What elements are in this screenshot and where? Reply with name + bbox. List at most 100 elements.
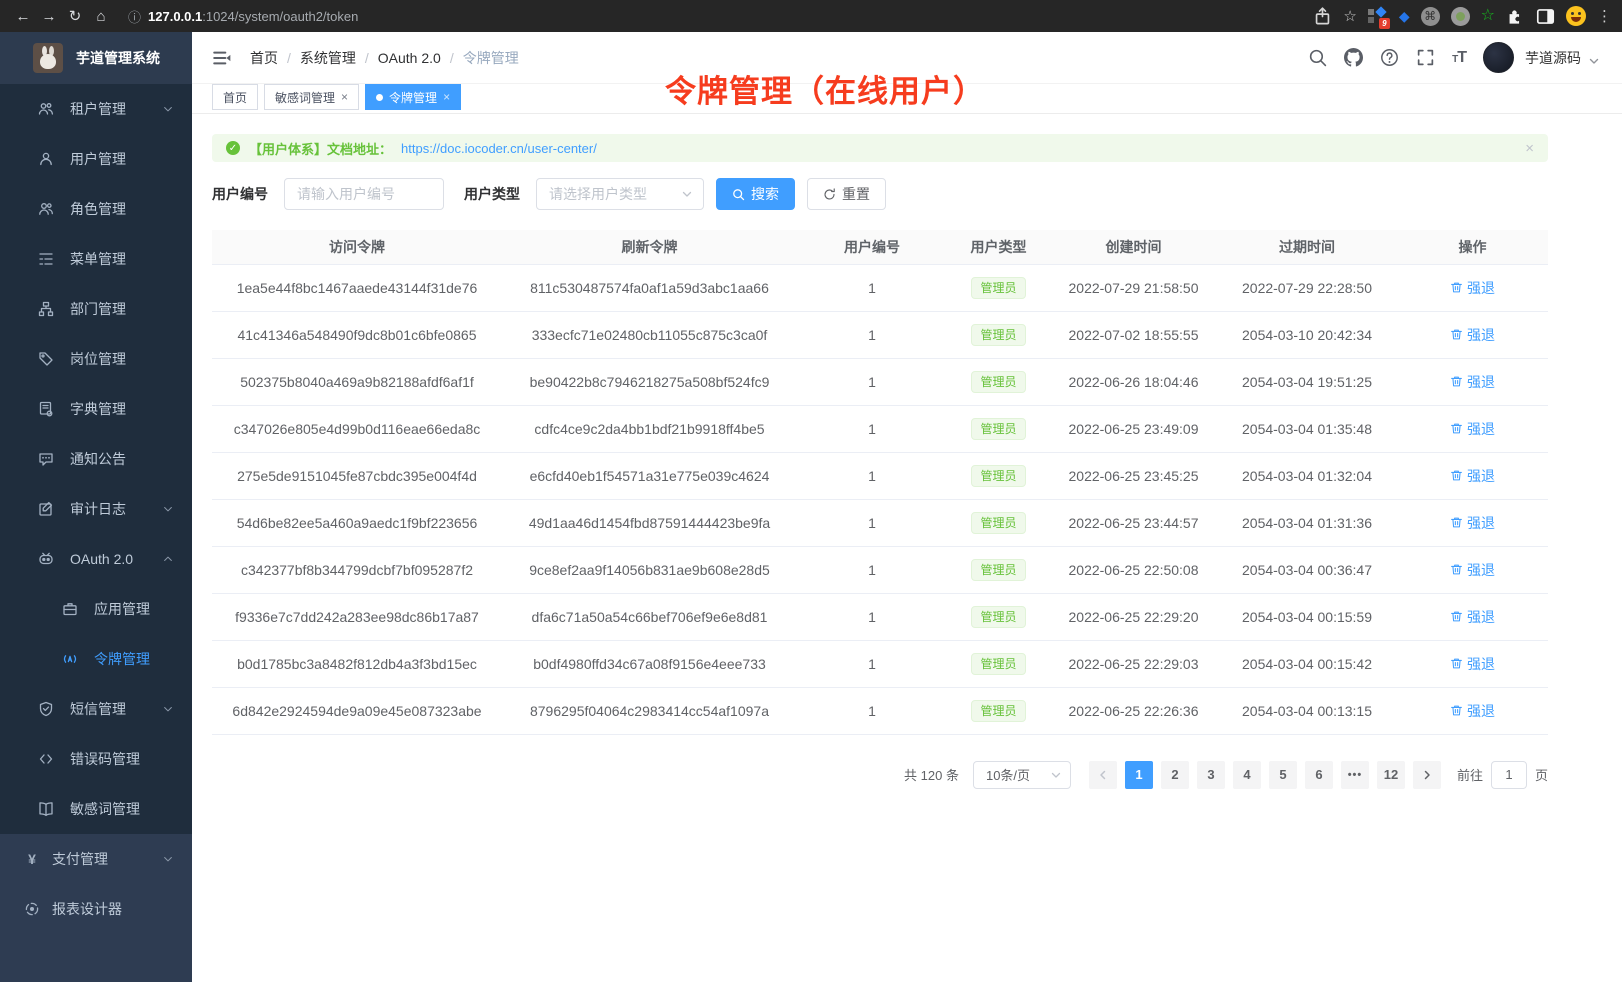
sidebar-item-label: 应用管理 [94,599,150,619]
expire-time-cell: 2054-03-10 20:42:34 [1217,311,1397,358]
gem-extension-icon[interactable]: ◆ [1399,8,1410,25]
sidebar-item-audit[interactable]: 审计日志 [0,484,192,534]
sidebar-item-sensitive[interactable]: 敏感词管理 [0,784,192,834]
home-icon[interactable]: ⌂ [88,8,114,25]
prev-page-button[interactable] [1089,761,1117,789]
user-menu-caret-icon[interactable] [1588,55,1600,67]
tab-close-icon[interactable]: × [443,91,450,103]
share-icon[interactable] [1313,7,1332,26]
tab-0[interactable]: 首页 [212,84,258,110]
breadcrumb-item[interactable]: 首页 [250,48,278,68]
force-logout-button[interactable]: 强退 [1450,278,1495,298]
doc-link[interactable]: https://doc.iocoder.cn/user-center/ [401,141,597,156]
extension-icon[interactable]: 9 [1368,6,1388,26]
more-pages-button[interactable]: ••• [1341,761,1369,789]
help-icon[interactable] [1380,48,1399,67]
reset-button[interactable]: 重置 [807,178,886,210]
tab-1[interactable]: 敏感词管理× [264,84,359,110]
split-view-icon[interactable] [1536,7,1555,26]
breadcrumb-item[interactable]: 系统管理 [300,48,356,68]
user-type-select[interactable]: 请选择用户类型 [536,178,704,210]
sidebar-item-dept[interactable]: 部门管理 [0,284,192,334]
page-button-3[interactable]: 3 [1197,761,1225,789]
table-row: f9336e7c7dd242a283ee98dc86b17a87dfa6c71a… [212,593,1548,640]
page-button-1[interactable]: 1 [1125,761,1153,789]
reload-icon[interactable]: ↻ [62,7,88,25]
sidebar-item-notice[interactable]: 通知公告 [0,434,192,484]
sidebar-item-app[interactable]: 应用管理 [0,584,192,634]
sidebar-item-oauth[interactable]: OAuth 2.0 [0,534,192,584]
force-logout-button[interactable]: 强退 [1450,560,1495,580]
star-extension-icon[interactable]: ☆ [1481,8,1495,24]
sidebar-item-sms[interactable]: 短信管理 [0,684,192,734]
tab-close-icon[interactable]: × [341,91,348,103]
expire-time-cell: 2054-03-04 01:32:04 [1217,452,1397,499]
page-button-12[interactable]: 12 [1377,761,1405,789]
alert-close-icon[interactable]: × [1525,140,1534,157]
refresh-token-cell: 8796295f04064c2983414cc54af1097a [502,687,797,734]
font-size-icon[interactable]: TT [1452,49,1466,67]
fullscreen-icon[interactable] [1416,48,1435,67]
sidebar-item-post[interactable]: 岗位管理 [0,334,192,384]
sidebar-item-errcode[interactable]: 错误码管理 [0,734,192,784]
search-icon[interactable] [1308,48,1327,67]
sidebar-item-tenant[interactable]: 租户管理 [0,84,192,134]
created-time-cell: 2022-06-25 22:29:03 [1050,640,1217,687]
force-logout-button[interactable]: 强退 [1450,513,1495,533]
app-logo-row[interactable]: 芋道管理系统 [0,32,192,84]
user-type-badge: 管理员 [971,700,1025,722]
command-extension-icon[interactable]: ⌘ [1421,7,1440,26]
sidebar-item-token[interactable]: 令牌管理 [0,634,192,684]
breadcrumb-item[interactable]: OAuth 2.0 [378,50,441,66]
page-size-select[interactable]: 10条/页 [973,761,1071,789]
force-logout-button[interactable]: 强退 [1450,372,1495,392]
sidebar-item-report[interactable]: 报表设计器 [0,884,192,934]
site-info-icon[interactable]: ⓘ [128,7,141,26]
hamburger-icon[interactable] [212,48,232,68]
force-logout-button[interactable]: 强退 [1450,701,1495,721]
sidebar-item-label: 错误码管理 [70,749,140,769]
bookmark-star-icon[interactable]: ☆ [1343,7,1356,25]
table-header-row: 访问令牌刷新令牌用户编号用户类型创建时间过期时间操作 [212,230,1548,264]
force-logout-button[interactable]: 强退 [1450,325,1495,345]
goto-unit: 页 [1535,765,1548,784]
next-page-button[interactable] [1413,761,1441,789]
sidebar-item-dict[interactable]: 字典管理 [0,384,192,434]
forward-icon[interactable]: → [36,8,62,25]
address-bar[interactable]: ⓘ 127.0.0.1:1024/system/oauth2/token [128,7,358,26]
profile-avatar-icon[interactable] [1566,6,1586,26]
force-logout-button[interactable]: 强退 [1450,607,1495,627]
user-id-input[interactable] [284,178,444,210]
user-type-badge: 管理员 [971,606,1025,628]
force-logout-button[interactable]: 强退 [1450,654,1495,674]
search-button[interactable]: 搜索 [716,178,795,210]
github-icon[interactable] [1344,48,1363,67]
sidebar-item-user[interactable]: 用户管理 [0,134,192,184]
annotation-title: 令牌管理（在线用户） [665,66,985,111]
chevron-down-icon [162,103,174,115]
page-button-4[interactable]: 4 [1233,761,1261,789]
main-area: 首页/系统管理/OAuth 2.0/令牌管理 TT 芋道源码 首页敏感词管理×令… [192,32,1622,982]
access-token-cell: 6d842e2924594de9a09e45e087323abe [212,687,502,734]
menu-icon [38,251,54,267]
force-logout-button[interactable]: 强退 [1450,466,1495,486]
back-icon[interactable]: ← [10,8,36,25]
content: ✓ 【用户体系】文档地址： https://doc.iocoder.cn/use… [192,114,1622,789]
sidebar-item-role[interactable]: 角色管理 [0,184,192,234]
page-button-2[interactable]: 2 [1161,761,1189,789]
sidebar-item-label: 审计日志 [70,499,126,519]
tab-2[interactable]: 令牌管理× [365,84,461,110]
force-logout-button[interactable]: 强退 [1450,419,1495,439]
goto-page-input[interactable] [1491,761,1527,789]
page-button-5[interactable]: 5 [1269,761,1297,789]
username[interactable]: 芋道源码 [1525,48,1581,68]
recorder-extension-icon[interactable] [1451,7,1470,26]
user-avatar[interactable] [1483,42,1514,73]
browser-menu-icon[interactable]: ⋮ [1597,7,1612,25]
access-token-cell: 275e5de9151045fe87cbdc395e004f4d [212,452,502,499]
sidebar-item-menu[interactable]: 菜单管理 [0,234,192,284]
puzzle-extensions-icon[interactable] [1506,7,1525,26]
actions-cell: 强退 [1397,640,1548,687]
page-button-6[interactable]: 6 [1305,761,1333,789]
sidebar-item-pay[interactable]: ¥支付管理 [0,834,192,884]
